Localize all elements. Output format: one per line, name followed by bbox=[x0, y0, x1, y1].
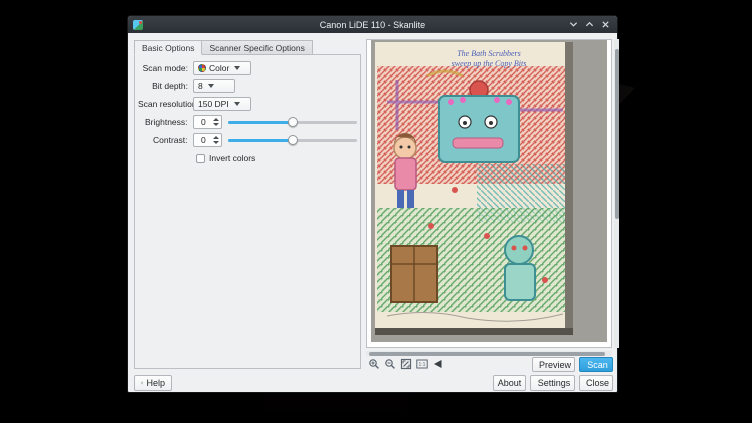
about-button[interactable]: About bbox=[493, 375, 526, 391]
scan-mode-combobox[interactable]: Color bbox=[193, 61, 251, 75]
clear-selections-icon bbox=[432, 358, 444, 370]
spin-down-icon[interactable] bbox=[213, 123, 219, 126]
tab-scanner-specific-options-label: Scanner Specific Options bbox=[209, 43, 304, 53]
slider-handle[interactable] bbox=[288, 117, 298, 127]
maximize-icon bbox=[585, 20, 594, 29]
window-content: Basic Options Scanner Specific Options S… bbox=[128, 33, 617, 392]
tab-basic-options[interactable]: Basic Options bbox=[134, 40, 202, 55]
brightness-slider[interactable] bbox=[228, 115, 357, 129]
bit-depth-row: Bit depth: 8 bbox=[138, 79, 357, 93]
bit-depth-value: 8 bbox=[198, 81, 203, 91]
horizontal-scrollbar[interactable] bbox=[366, 351, 612, 356]
drawing-caption-line1: The Bath Scrubbers bbox=[457, 49, 521, 58]
help-glyph: ? bbox=[142, 383, 143, 385]
zoom-in-button[interactable] bbox=[367, 357, 381, 371]
bit-depth-label: Bit depth: bbox=[138, 81, 188, 91]
resolution-row: Scan resolution: 150 DPI bbox=[138, 97, 357, 111]
drawing-caption-line2: sweep up the Copy Bits bbox=[452, 59, 527, 68]
about-button-label: About bbox=[498, 378, 522, 388]
combo-arrow-icon bbox=[234, 102, 240, 106]
help-button[interactable]: ? Help bbox=[134, 375, 172, 391]
contrast-spinbox[interactable]: 0 bbox=[193, 133, 223, 147]
scan-mode-row: Scan mode: Color bbox=[138, 61, 357, 75]
spin-down-icon[interactable] bbox=[213, 141, 219, 144]
tab-scanner-specific-options[interactable]: Scanner Specific Options bbox=[202, 40, 312, 55]
combo-arrow-icon bbox=[208, 84, 214, 88]
invert-colors-row: Invert colors bbox=[138, 151, 357, 165]
brightness-value: 0 bbox=[194, 117, 214, 127]
preview-button-label: Preview bbox=[539, 360, 571, 370]
maximize-button[interactable] bbox=[583, 18, 596, 31]
slider-handle[interactable] bbox=[288, 135, 298, 145]
bit-depth-combobox[interactable]: 8 bbox=[193, 79, 235, 93]
zoom-in-icon bbox=[368, 358, 380, 370]
zoom-original-icon: 1:1 bbox=[416, 358, 428, 370]
resolution-label: Scan resolution: bbox=[138, 99, 188, 109]
scan-button-label: Scan bbox=[587, 360, 608, 370]
invert-colors-label: Invert colors bbox=[209, 153, 255, 163]
preview-viewport[interactable]: The Bath Scrubbers sweep up the Copy Bit… bbox=[366, 39, 612, 348]
close-button-label: Close bbox=[586, 378, 609, 388]
clear-selections-button[interactable] bbox=[431, 357, 445, 371]
slider-fill bbox=[228, 139, 292, 142]
spin-up-icon[interactable] bbox=[213, 118, 219, 121]
contrast-slider[interactable] bbox=[228, 133, 357, 147]
titlebar[interactable]: Canon LiDE 110 - Skanlite bbox=[128, 16, 617, 33]
slider-fill bbox=[228, 121, 292, 124]
settings-button-label: Settings bbox=[538, 378, 571, 388]
color-mode-icon bbox=[198, 64, 206, 72]
zoom-original-button[interactable]: 1:1 bbox=[415, 357, 429, 371]
close-button[interactable]: Close bbox=[579, 375, 613, 391]
help-button-label: Help bbox=[146, 378, 165, 388]
tab-basic-options-label: Basic Options bbox=[142, 43, 194, 53]
zoom-fit-best-button[interactable] bbox=[399, 357, 413, 371]
scanned-drawing: The Bath Scrubbers sweep up the Copy Bit… bbox=[367, 40, 612, 348]
resolution-value: 150 DPI bbox=[198, 99, 229, 109]
skanlite-window: Canon LiDE 110 - Skanlite Basic Options … bbox=[127, 15, 618, 393]
invert-colors-checkbox[interactable] bbox=[196, 154, 205, 163]
close-icon bbox=[601, 20, 610, 29]
close-window-button[interactable] bbox=[599, 18, 612, 31]
minimize-button[interactable] bbox=[567, 18, 580, 31]
resolution-combobox[interactable]: 150 DPI bbox=[193, 97, 251, 111]
vertical-scrollbar[interactable] bbox=[614, 39, 619, 348]
brightness-spinbox[interactable]: 0 bbox=[193, 115, 223, 129]
preview-button[interactable]: Preview bbox=[532, 357, 575, 372]
zoom-out-button[interactable] bbox=[383, 357, 397, 371]
window-title: Canon LiDE 110 - Skanlite bbox=[128, 20, 617, 30]
scan-button[interactable]: Scan bbox=[579, 357, 613, 372]
contrast-row: Contrast: 0 bbox=[138, 133, 357, 147]
combo-arrow-icon bbox=[234, 66, 240, 70]
basic-options-panel: Scan mode: Color Bit depth: 8 Scan resol… bbox=[134, 54, 361, 369]
skanlite-app-icon bbox=[133, 20, 143, 30]
spin-up-icon[interactable] bbox=[213, 136, 219, 139]
help-icon: ? bbox=[141, 378, 143, 388]
zoom-fit-best-icon bbox=[400, 358, 412, 370]
scrollbar-thumb[interactable] bbox=[615, 49, 619, 219]
contrast-value: 0 bbox=[194, 135, 214, 145]
scan-mode-value: Color bbox=[209, 63, 229, 73]
zoom-out-icon bbox=[384, 358, 396, 370]
zoom-original-glyph: 1:1 bbox=[419, 362, 426, 368]
minimize-icon bbox=[569, 20, 578, 29]
brightness-label: Brightness: bbox=[138, 117, 188, 127]
scan-mode-label: Scan mode: bbox=[138, 63, 188, 73]
contrast-label: Contrast: bbox=[138, 135, 188, 145]
brightness-row: Brightness: 0 bbox=[138, 115, 357, 129]
settings-button[interactable]: Settings bbox=[530, 375, 575, 391]
options-tabbar: Basic Options Scanner Specific Options bbox=[134, 40, 313, 55]
scrollbar-thumb[interactable] bbox=[369, 352, 605, 356]
